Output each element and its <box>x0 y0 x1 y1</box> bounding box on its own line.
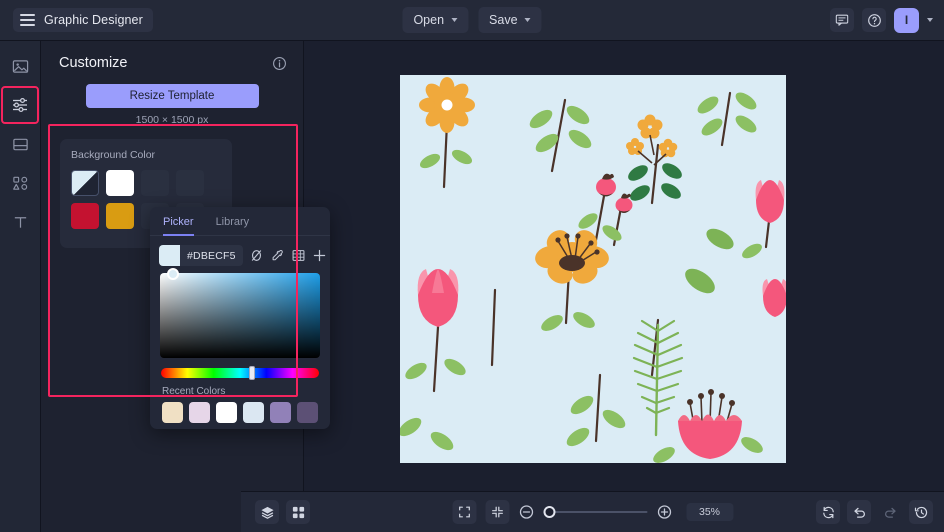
zoom-out-button[interactable] <box>518 504 534 520</box>
zoom-slider-handle[interactable] <box>542 506 555 518</box>
recent-color-3[interactable] <box>216 402 237 423</box>
sidebar-item-text[interactable] <box>5 207 35 237</box>
hex-value: #DBECF5 <box>187 249 236 262</box>
collapse-icon <box>491 506 503 518</box>
customize-panel: Customize Resize Template 1500 × 1500 px… <box>41 41 330 532</box>
color-picker-popover: Picker Library #DBECF5 Recent Colors <box>150 207 330 429</box>
page-title: Customize <box>59 55 128 71</box>
hex-input[interactable]: #DBECF5 <box>159 245 243 266</box>
bottom-bar: 35% <box>241 491 944 532</box>
zoom-level-label[interactable]: 35% <box>685 503 734 521</box>
resize-template-button[interactable]: Resize Template <box>85 84 259 108</box>
grid-icon[interactable] <box>291 247 306 265</box>
sidebar-item-adjust[interactable] <box>1 86 39 124</box>
fit-screen-button[interactable] <box>484 500 509 524</box>
sidebar-item-image[interactable] <box>5 51 35 81</box>
swatch-placeholder-a[interactable] <box>141 170 169 196</box>
canvas-stage[interactable] <box>304 41 944 491</box>
shapes-icon <box>12 176 27 190</box>
history-icon <box>914 506 927 518</box>
open-button[interactable]: Open <box>402 7 469 33</box>
undo-icon <box>853 507 865 518</box>
recent-color-6[interactable] <box>297 402 318 423</box>
hue-slider-handle[interactable] <box>249 366 255 380</box>
eyedropper-icon[interactable] <box>270 247 285 265</box>
grid-view-button[interactable] <box>286 500 310 524</box>
zoom-slider-track <box>542 511 647 513</box>
save-label: Save <box>489 13 518 27</box>
sidebar-item-layout[interactable] <box>5 129 35 159</box>
no-color-icon[interactable] <box>249 247 264 265</box>
text-icon <box>14 216 26 228</box>
fullscreen-button[interactable] <box>451 500 476 524</box>
swatch-row-1 <box>71 170 221 196</box>
avatar[interactable]: I <box>894 7 919 33</box>
recent-color-2[interactable] <box>189 402 210 423</box>
floral-pattern-artwork <box>400 75 786 463</box>
hex-row: #DBECF5 <box>150 236 330 266</box>
chevron-down-icon <box>451 18 458 22</box>
sv-selector-handle[interactable] <box>167 268 179 280</box>
account-chevron-down-icon[interactable] <box>927 18 933 22</box>
sliders-icon <box>13 97 27 113</box>
recent-color-5[interactable] <box>270 402 291 423</box>
brand-menu-button[interactable]: Graphic Designer <box>13 8 153 32</box>
left-tool-rail <box>0 41 41 532</box>
background-color-label: Background Color <box>71 149 156 161</box>
hamburger-icon[interactable] <box>20 14 35 26</box>
layers-button[interactable] <box>255 500 279 524</box>
help-button[interactable] <box>862 8 886 32</box>
redo-button[interactable] <box>878 500 902 524</box>
hue-slider[interactable] <box>161 366 319 380</box>
chat-bubble-icon <box>835 14 849 26</box>
redo-icon <box>884 507 896 518</box>
chevron-down-icon <box>524 18 531 22</box>
app-title: Graphic Designer <box>44 13 143 27</box>
history-controls <box>816 500 933 524</box>
tab-picker[interactable]: Picker <box>163 216 194 236</box>
undo-button[interactable] <box>847 500 871 524</box>
zoom-controls: 35% <box>451 500 734 524</box>
add-color-icon[interactable] <box>312 247 327 265</box>
swatch-transparent[interactable] <box>71 170 99 196</box>
design-canvas[interactable] <box>400 75 786 463</box>
top-bar: Graphic Designer Open Save I <box>0 0 944 41</box>
recent-color-4[interactable] <box>243 402 264 423</box>
zoom-slider[interactable] <box>542 505 647 519</box>
app-root: Graphic Designer Open Save I Customize R… <box>0 0 944 532</box>
flower-daisy-orange <box>419 77 475 133</box>
recent-colors-label: Recent Colors <box>162 386 226 397</box>
sidebar-item-shapes[interactable] <box>5 168 35 198</box>
current-color-swatch <box>159 245 180 266</box>
tab-library[interactable]: Library <box>216 216 250 235</box>
zoom-in-button[interactable] <box>656 504 672 520</box>
help-circle-icon <box>867 13 881 27</box>
save-button[interactable]: Save <box>478 7 542 33</box>
top-right-actions: I <box>830 7 933 33</box>
picker-tabs: Picker Library <box>150 207 330 236</box>
expand-icon <box>458 506 470 518</box>
grid-view-icon <box>292 506 304 518</box>
recent-colors-row <box>150 397 330 423</box>
top-center-actions: Open Save <box>402 7 542 33</box>
sync-icon <box>822 506 834 518</box>
image-icon <box>12 59 28 73</box>
recent-color-1[interactable] <box>162 402 183 423</box>
layout-icon <box>12 138 28 150</box>
swatch-white[interactable] <box>106 170 134 196</box>
history-button[interactable] <box>909 500 933 524</box>
sync-button[interactable] <box>816 500 840 524</box>
template-dimensions: 1500 × 1500 px <box>135 114 209 126</box>
info-icon[interactable] <box>272 56 287 71</box>
bottom-left-tools <box>255 500 310 524</box>
chat-button[interactable] <box>830 8 854 32</box>
panel-header: Customize <box>41 41 303 71</box>
open-label: Open <box>413 13 445 27</box>
swatch-placeholder-b[interactable] <box>176 170 204 196</box>
layers-icon <box>260 506 274 519</box>
swatch-gold[interactable] <box>106 203 134 229</box>
saturation-value-area[interactable] <box>160 268 320 358</box>
swatch-red[interactable] <box>71 203 99 229</box>
